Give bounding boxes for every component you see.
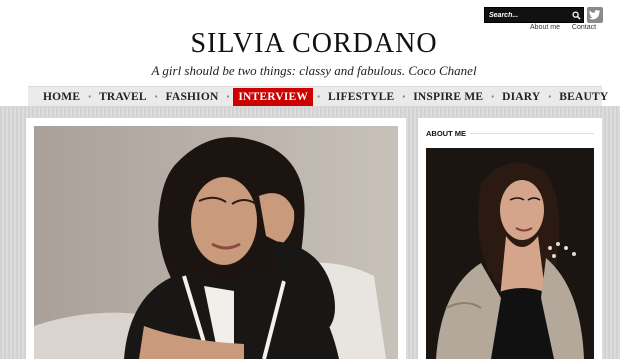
nav-item-lifestyle[interactable]: LIFESTYLE xyxy=(323,87,399,107)
nav-item-diary[interactable]: DIARY xyxy=(497,87,545,107)
search-input[interactable] xyxy=(489,9,567,22)
woman-portrait-image xyxy=(34,126,398,359)
twitter-icon[interactable] xyxy=(587,7,603,23)
site-header: About me Contact SILVIA CORDANO A girl s… xyxy=(0,0,620,107)
nav-separator: ▪ xyxy=(154,92,158,101)
about-me-heading: ABOUT ME xyxy=(426,129,466,138)
nav-separator: ▪ xyxy=(226,92,230,101)
nav-item-home[interactable]: HOME xyxy=(38,87,85,107)
nav-separator: ▪ xyxy=(88,92,92,101)
search-box[interactable] xyxy=(484,7,584,23)
nav-item-interview[interactable]: INTERVIEW xyxy=(232,86,315,107)
heading-divider xyxy=(470,133,594,134)
about-me-photo[interactable] xyxy=(426,148,594,359)
site-tagline: A girl should be two things: classy and … xyxy=(151,63,477,78)
interview-photo[interactable] xyxy=(34,126,398,359)
nav-separator: ▪ xyxy=(548,92,552,101)
search-icon[interactable] xyxy=(572,11,581,20)
nav-separator: ▪ xyxy=(317,92,320,101)
main-nav: HOME ▪ TRAVEL ▪ FASHION ▪ INTERVIEW ▪ LI… xyxy=(28,86,608,107)
nav-item-travel[interactable]: TRAVEL xyxy=(94,87,152,107)
nav-item-fashion[interactable]: FASHION xyxy=(161,87,224,107)
nav-item-inspire-me[interactable]: INSPIRE ME xyxy=(408,87,488,107)
author-portrait-image xyxy=(426,148,594,359)
site-title[interactable]: SILVIA CORDANO xyxy=(0,28,620,60)
nav-item-beauty[interactable]: BEAUTY xyxy=(554,87,613,107)
nav-separator: ▪ xyxy=(491,92,495,101)
nav-separator: ▪ xyxy=(402,92,406,101)
